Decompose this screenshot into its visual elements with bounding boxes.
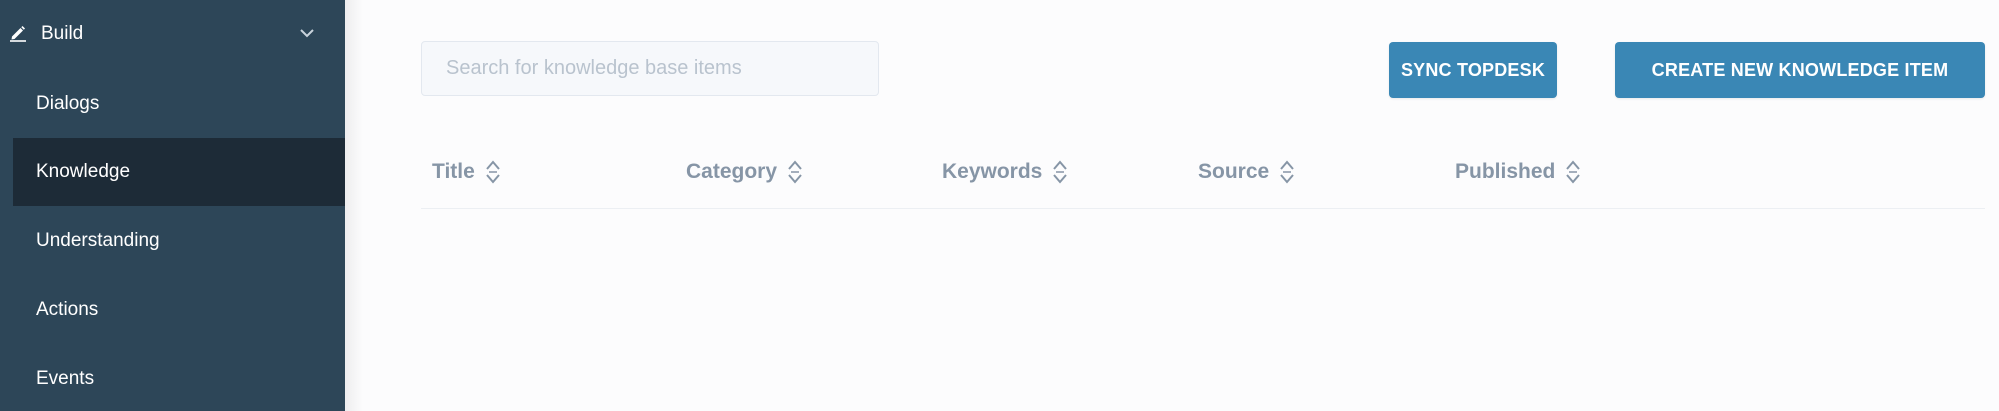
column-header-label: Source [1198,160,1270,183]
sidebar-item-events[interactable]: Events [13,345,345,411]
column-header-source[interactable]: Source [1198,158,1295,186]
chevron-down-icon[interactable] [299,28,315,38]
sidebar-item-label: Actions [36,299,99,320]
column-header-label: Keywords [942,160,1043,183]
sidebar: Build Dialogs Knowledge Understanding Ac… [0,0,345,411]
column-header-label: Category [686,160,778,183]
sidebar-item-knowledge[interactable]: Knowledge [13,138,345,206]
sort-icon [1280,160,1294,184]
sort-icon [788,160,802,184]
search-input[interactable] [421,41,879,96]
sync-topdesk-button[interactable]: SYNC TOPDESK [1389,42,1557,98]
column-header-title[interactable]: Title [432,158,501,186]
sidebar-item-label: Events [36,368,95,389]
sidebar-item-dialogs[interactable]: Dialogs [13,70,345,138]
column-header-keywords[interactable]: Keywords [942,158,1068,186]
create-knowledge-item-button[interactable]: CREATE NEW KNOWLEDGE ITEM [1615,42,1985,98]
column-header-category[interactable]: Category [686,158,803,186]
sort-icon [1053,160,1068,184]
pencil-icon [10,26,26,42]
column-header-label: Title [432,160,475,183]
table-header: Title Category Keywords Source Published [421,150,1985,209]
sidebar-item-actions[interactable]: Actions [13,276,345,344]
sidebar-item-label: Dialogs [36,93,100,114]
app-window: Build Dialogs Knowledge Understanding Ac… [0,0,1999,411]
sidebar-item-label: Understanding [36,230,160,251]
sidebar-item-understanding[interactable]: Understanding [13,207,345,275]
sort-icon [1566,160,1581,184]
sidebar-section-label: Build [41,23,84,44]
column-header-published[interactable]: Published [1455,158,1581,186]
sort-icon [486,160,500,184]
column-header-label: Published [1455,160,1556,183]
sidebar-section-build[interactable]: Build [0,0,345,68]
main-content: SYNC TOPDESK CREATE NEW KNOWLEDGE ITEM T… [345,0,1999,411]
sidebar-item-label: Knowledge [36,161,131,182]
